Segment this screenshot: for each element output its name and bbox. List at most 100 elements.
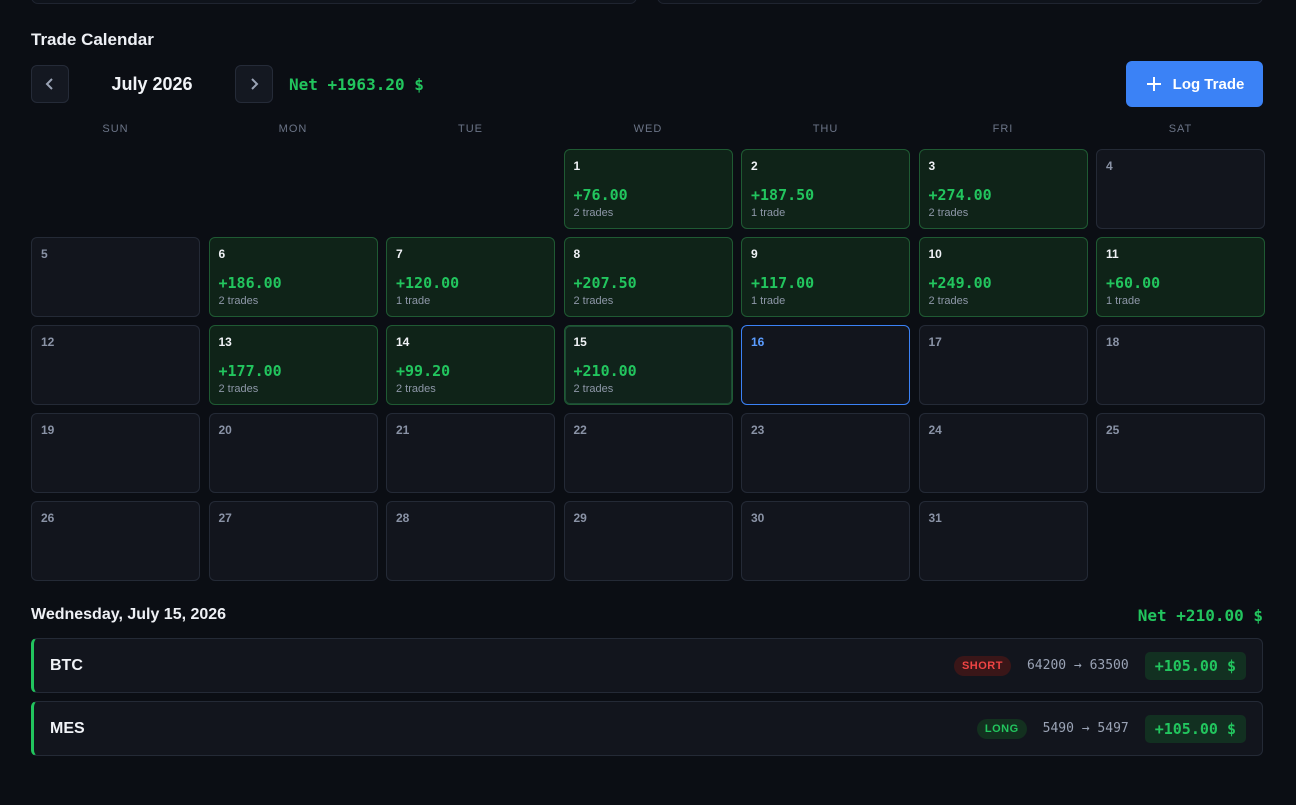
price-route: 5490 → 5497 bbox=[1042, 721, 1129, 736]
day-number: 20 bbox=[218, 423, 232, 437]
calendar-day-5[interactable]: 5 bbox=[31, 237, 200, 317]
side-badge: SHORT bbox=[953, 655, 1011, 676]
day-number: 14 bbox=[396, 335, 410, 349]
calendar-day-30[interactable]: 30 bbox=[741, 501, 910, 581]
day-pnl: +186.00 bbox=[218, 274, 282, 292]
day-trade-count: 2 trades bbox=[396, 383, 436, 395]
day-pnl: +117.00 bbox=[751, 274, 815, 292]
calendar-day-22[interactable]: 22 bbox=[563, 413, 733, 493]
calendar-day-18[interactable]: 18 bbox=[1096, 325, 1265, 405]
day-number: 27 bbox=[218, 511, 232, 525]
day-trade-count: 2 trades bbox=[928, 295, 969, 307]
selected-day-net: Net +210.00 $ bbox=[1137, 606, 1263, 625]
day-number: 19 bbox=[41, 423, 55, 437]
selected-day-header: Wednesday, July 15, 2026 Net +210.00 $ bbox=[31, 606, 1263, 626]
calendar-day-15[interactable]: 15 +210.00 2 trades bbox=[563, 325, 733, 405]
calendar-day-14[interactable]: 14 +99.20 2 trades bbox=[386, 325, 555, 405]
trade-pnl: +105.00 $ bbox=[1144, 651, 1246, 680]
day-number: 5 bbox=[41, 247, 48, 261]
day-number: 23 bbox=[751, 423, 765, 437]
trade-row[interactable]: BTC SHORT 64200 → 63500 +105.00 $ bbox=[31, 638, 1263, 693]
calendar-day-1[interactable]: 1 +76.00 2 trades bbox=[563, 149, 733, 229]
day-pnl: +210.00 bbox=[573, 362, 637, 380]
chevron-right-icon bbox=[251, 78, 259, 90]
calendar-blank bbox=[31, 149, 200, 229]
trade-symbol: MES bbox=[50, 719, 85, 737]
calendar-day-27[interactable]: 27 bbox=[208, 501, 378, 581]
day-trade-count: 2 trades bbox=[218, 383, 259, 395]
calendar-day-28[interactable]: 28 bbox=[386, 501, 555, 581]
calendar-day-24[interactable]: 24 bbox=[918, 413, 1088, 493]
calendar-day-21[interactable]: 21 bbox=[386, 413, 555, 493]
calendar-day-26[interactable]: 26 bbox=[31, 501, 200, 581]
plus-icon bbox=[1146, 77, 1161, 91]
log-trade-button[interactable]: Log Trade bbox=[1126, 61, 1263, 107]
calendar-day-2[interactable]: 2 +187.50 1 trade bbox=[741, 149, 910, 229]
selected-day-title: Wednesday, July 15, 2026 bbox=[31, 606, 227, 623]
calendar-day-7[interactable]: 7 +120.00 1 trade bbox=[386, 237, 555, 317]
page-title: Trade Calendar bbox=[31, 30, 154, 49]
day-pnl: +60.00 bbox=[1106, 274, 1161, 292]
trade-symbol: BTC bbox=[50, 656, 83, 674]
calendar-day-9[interactable]: 9 +117.00 1 trade bbox=[741, 237, 910, 317]
day-number: 4 bbox=[1106, 159, 1113, 173]
day-number: 2 bbox=[751, 159, 758, 173]
calendar-day-16[interactable]: 16 bbox=[741, 325, 910, 405]
weekday-label: FRI bbox=[992, 123, 1014, 135]
calendar-day-17[interactable]: 17 bbox=[918, 325, 1088, 405]
month-nav: July 2026 Net +1963.20 $ bbox=[31, 65, 424, 103]
trade-row[interactable]: MES LONG 5490 → 5497 +105.00 $ bbox=[31, 701, 1263, 756]
day-number: 17 bbox=[928, 335, 942, 349]
calendar-day-10[interactable]: 10 +249.00 2 trades bbox=[918, 237, 1088, 317]
day-trade-count: 2 trades bbox=[573, 295, 614, 307]
calendar-day-29[interactable]: 29 bbox=[563, 501, 733, 581]
calendar-day-6[interactable]: 6 +186.00 2 trades bbox=[208, 237, 378, 317]
day-number: 13 bbox=[218, 335, 232, 349]
day-number: 12 bbox=[41, 335, 55, 349]
calendar-grid: 1 +76.00 2 trades 2 +187.50 1 trade 3 +274.00 2 … bbox=[31, 149, 1265, 581]
day-trade-count: 2 trades bbox=[218, 295, 259, 307]
day-number: 9 bbox=[751, 247, 758, 261]
day-number: 18 bbox=[1106, 335, 1120, 349]
weekday-label: WED bbox=[633, 123, 663, 135]
day-number: 11 bbox=[1106, 247, 1119, 261]
day-trade-count: 2 trades bbox=[573, 383, 614, 395]
day-trade-count: 2 trades bbox=[928, 207, 969, 219]
day-trade-count: 1 trade bbox=[751, 207, 786, 219]
month-net: Net +1963.20 $ bbox=[289, 74, 424, 94]
day-trade-count: 1 trade bbox=[1106, 295, 1141, 307]
calendar-day-3[interactable]: 3 +274.00 2 trades bbox=[918, 149, 1088, 229]
day-pnl: +177.00 bbox=[218, 362, 282, 380]
trade-pnl: +105.00 $ bbox=[1144, 714, 1246, 743]
calendar-day-20[interactable]: 20 bbox=[208, 413, 378, 493]
day-number: 31 bbox=[928, 511, 942, 525]
day-number: 16 bbox=[751, 335, 765, 349]
calendar-day-19[interactable]: 19 bbox=[31, 413, 200, 493]
day-number: 3 bbox=[928, 159, 936, 173]
chevron-left-icon bbox=[45, 78, 53, 90]
weekday-label: THU bbox=[812, 123, 839, 135]
month-label: July 2026 bbox=[111, 73, 193, 94]
calendar-day-4[interactable]: 4 bbox=[1096, 149, 1265, 229]
day-number: 15 bbox=[573, 335, 587, 349]
day-number: 28 bbox=[396, 511, 410, 525]
day-number: 26 bbox=[41, 511, 55, 525]
calendar-day-8[interactable]: 8 +207.50 2 trades bbox=[563, 237, 733, 317]
prev-month-button[interactable] bbox=[31, 65, 69, 103]
day-trade-count: 2 trades bbox=[573, 207, 614, 219]
day-number: 10 bbox=[928, 247, 942, 261]
calendar-day-12[interactable]: 12 bbox=[31, 325, 200, 405]
calendar-day-25[interactable]: 25 bbox=[1096, 413, 1265, 493]
top-card-right bbox=[657, 0, 1263, 4]
calendar-day-31[interactable]: 31 bbox=[918, 501, 1088, 581]
day-pnl: +120.00 bbox=[396, 274, 460, 292]
day-number: 24 bbox=[928, 423, 942, 437]
calendar-day-13[interactable]: 13 +177.00 2 trades bbox=[208, 325, 378, 405]
next-month-button[interactable] bbox=[235, 65, 273, 103]
day-trade-count: 1 trade bbox=[396, 295, 431, 307]
calendar-blank bbox=[209, 149, 378, 229]
calendar-day-23[interactable]: 23 bbox=[741, 413, 910, 493]
day-number: 1 bbox=[573, 159, 581, 173]
calendar-day-11[interactable]: 11 +60.00 1 trade bbox=[1096, 237, 1265, 317]
day-number: 6 bbox=[218, 247, 226, 261]
